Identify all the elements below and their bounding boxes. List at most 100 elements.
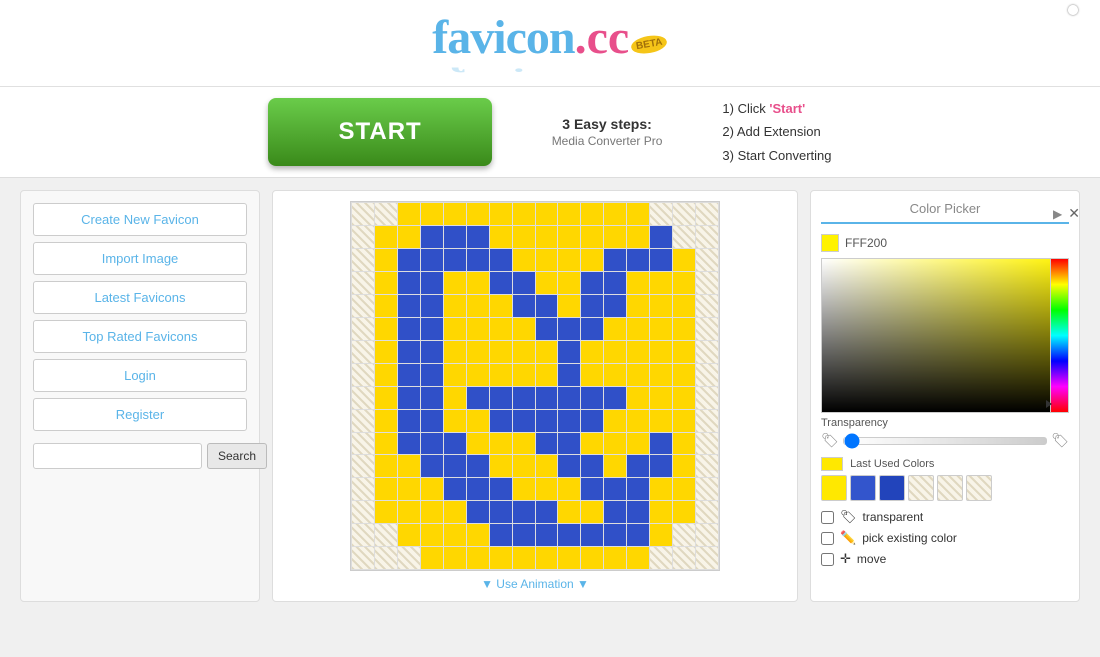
grid-cell[interactable] — [581, 501, 603, 523]
grid-cell[interactable] — [581, 433, 603, 455]
grid-cell[interactable] — [513, 272, 535, 294]
grid-cell[interactable] — [490, 524, 512, 546]
grid-cell[interactable] — [352, 341, 374, 363]
grid-cell[interactable] — [696, 524, 718, 546]
grid-cell[interactable] — [558, 455, 580, 477]
grid-cell[interactable] — [536, 364, 558, 386]
grid-cell[interactable] — [627, 203, 649, 225]
grid-cell[interactable] — [650, 410, 672, 432]
grid-cell[interactable] — [696, 547, 718, 569]
grid-cell[interactable] — [604, 295, 626, 317]
cp-swatch-blue1[interactable] — [850, 475, 876, 501]
grid-cell[interactable] — [375, 272, 397, 294]
grid-cell[interactable] — [398, 410, 420, 432]
grid-cell[interactable] — [467, 249, 489, 271]
grid-cell[interactable] — [467, 203, 489, 225]
grid-cell[interactable] — [375, 295, 397, 317]
grid-cell[interactable] — [536, 203, 558, 225]
grid-cell[interactable] — [558, 341, 580, 363]
grid-cell[interactable] — [581, 387, 603, 409]
grid-cell[interactable] — [604, 455, 626, 477]
grid-cell[interactable] — [604, 226, 626, 248]
grid-cell[interactable] — [375, 249, 397, 271]
grid-cell[interactable] — [696, 433, 718, 455]
grid-cell[interactable] — [375, 387, 397, 409]
grid-cell[interactable] — [444, 203, 466, 225]
grid-cell[interactable] — [558, 318, 580, 340]
animation-label[interactable]: ▼ Use Animation ▼ — [481, 577, 589, 591]
grid-cell[interactable] — [627, 318, 649, 340]
grid-cell[interactable] — [421, 364, 443, 386]
grid-cell[interactable] — [444, 318, 466, 340]
grid-cell[interactable] — [444, 455, 466, 477]
grid-cell[interactable] — [513, 387, 535, 409]
grid-cell[interactable] — [627, 455, 649, 477]
grid-cell[interactable] — [467, 341, 489, 363]
grid-cell[interactable] — [627, 410, 649, 432]
grid-cell[interactable] — [627, 478, 649, 500]
grid-cell[interactable] — [398, 501, 420, 523]
grid-cell[interactable] — [352, 226, 374, 248]
grid-cell[interactable] — [558, 410, 580, 432]
grid-cell[interactable] — [581, 249, 603, 271]
grid-cell[interactable] — [581, 318, 603, 340]
grid-cell[interactable] — [444, 226, 466, 248]
grid-cell[interactable] — [467, 226, 489, 248]
grid-cell[interactable] — [650, 501, 672, 523]
grid-cell[interactable] — [558, 547, 580, 569]
grid-cell[interactable] — [513, 341, 535, 363]
grid-cell[interactable] — [536, 272, 558, 294]
grid-cell[interactable] — [398, 341, 420, 363]
grid-cell[interactable] — [513, 547, 535, 569]
grid-cell[interactable] — [696, 387, 718, 409]
grid-cell[interactable] — [375, 524, 397, 546]
grid-cell[interactable] — [536, 226, 558, 248]
grid-cell[interactable] — [467, 501, 489, 523]
grid-cell[interactable] — [444, 272, 466, 294]
grid-cell[interactable] — [375, 478, 397, 500]
cp-swatch-lightyellow3[interactable] — [966, 475, 992, 501]
grid-cell[interactable] — [696, 226, 718, 248]
ad-close-button[interactable]: ▶ ✕ — [1053, 205, 1080, 222]
grid-cell[interactable] — [696, 295, 718, 317]
grid-cell[interactable] — [421, 478, 443, 500]
grid-cell[interactable] — [558, 501, 580, 523]
grid-cell[interactable] — [604, 341, 626, 363]
grid-cell[interactable] — [398, 387, 420, 409]
grid-cell[interactable] — [558, 295, 580, 317]
grid-cell[interactable] — [536, 295, 558, 317]
grid-cell[interactable] — [421, 547, 443, 569]
grid-cell[interactable] — [627, 433, 649, 455]
grid-cell[interactable] — [467, 547, 489, 569]
grid-cell[interactable] — [673, 433, 695, 455]
favicon-grid[interactable] — [350, 201, 720, 571]
grid-cell[interactable] — [696, 455, 718, 477]
grid-cell[interactable] — [696, 364, 718, 386]
grid-cell[interactable] — [604, 272, 626, 294]
grid-cell[interactable] — [650, 455, 672, 477]
grid-cell[interactable] — [627, 524, 649, 546]
grid-cell[interactable] — [627, 501, 649, 523]
grid-cell[interactable] — [444, 547, 466, 569]
cp-gradient-area[interactable] — [821, 258, 1069, 413]
grid-cell[interactable] — [375, 547, 397, 569]
grid-cell[interactable] — [444, 387, 466, 409]
grid-cell[interactable] — [375, 364, 397, 386]
grid-cell[interactable] — [696, 249, 718, 271]
grid-cell[interactable] — [627, 249, 649, 271]
grid-cell[interactable] — [490, 501, 512, 523]
grid-cell[interactable] — [581, 364, 603, 386]
grid-cell[interactable] — [696, 478, 718, 500]
grid-cell[interactable] — [444, 524, 466, 546]
grid-cell[interactable] — [398, 318, 420, 340]
grid-cell[interactable] — [352, 410, 374, 432]
grid-cell[interactable] — [558, 272, 580, 294]
grid-cell[interactable] — [536, 249, 558, 271]
grid-cell[interactable] — [375, 455, 397, 477]
grid-cell[interactable] — [696, 410, 718, 432]
grid-cell[interactable] — [673, 410, 695, 432]
grid-cell[interactable] — [536, 501, 558, 523]
grid-cell[interactable] — [650, 478, 672, 500]
grid-cell[interactable] — [513, 249, 535, 271]
grid-cell[interactable] — [490, 226, 512, 248]
